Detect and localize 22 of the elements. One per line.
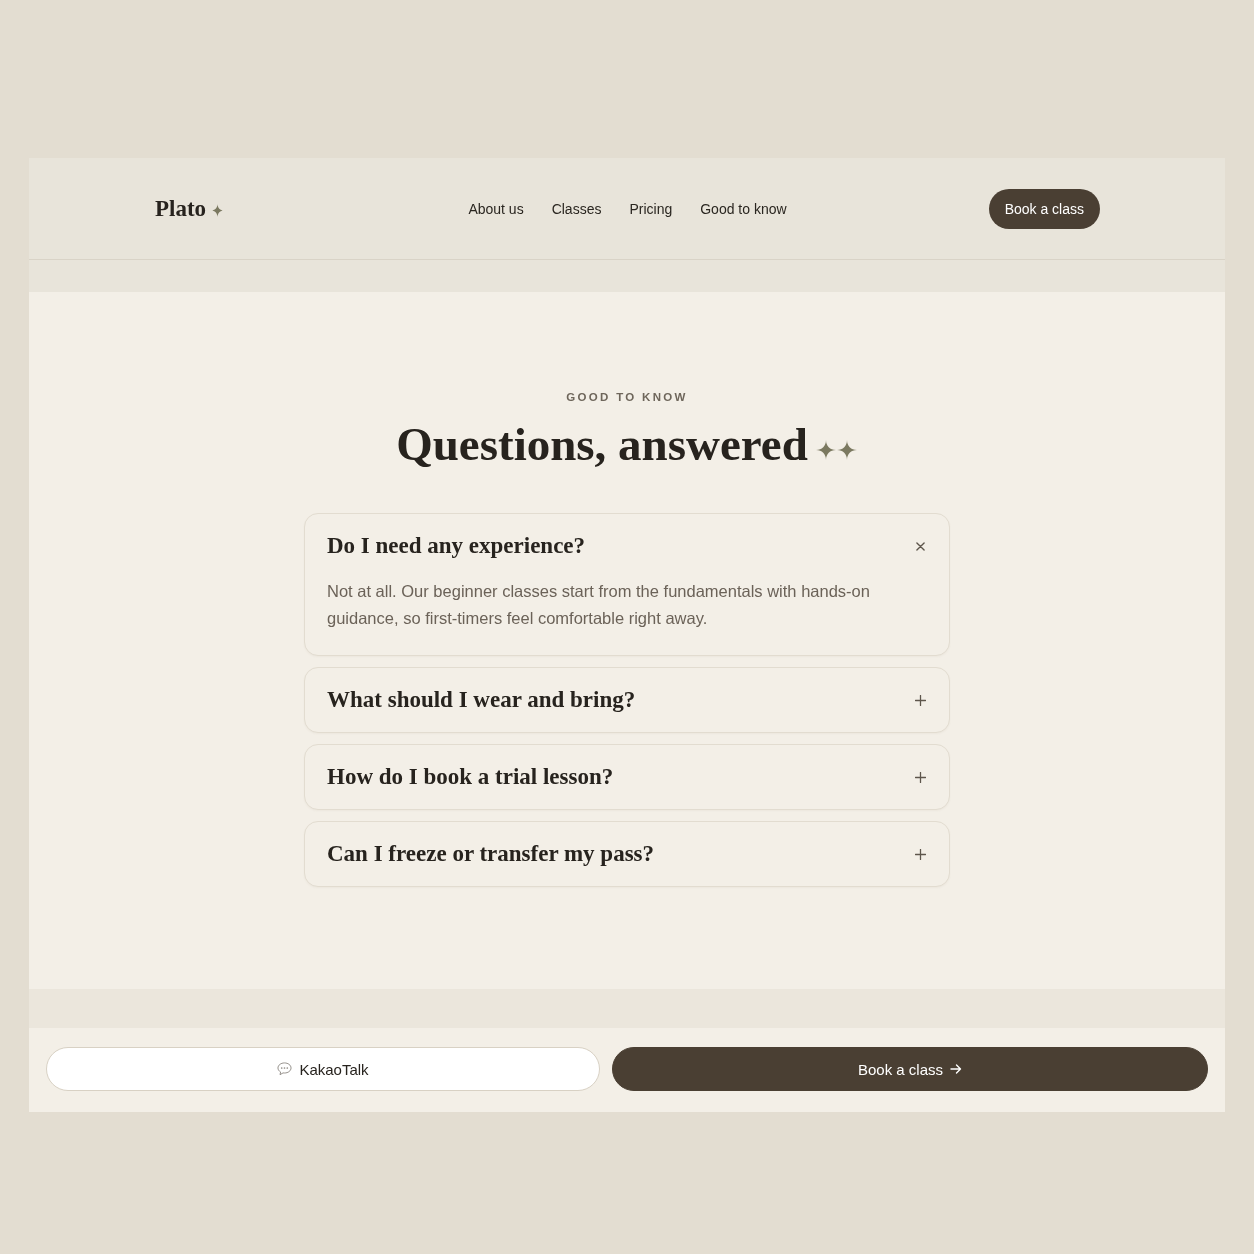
plus-icon[interactable]: [915, 694, 926, 706]
faq-answer: Not at all. Our beginner classes start from the fundamentals with hands-on guidance, so first-timers feel comfortable right away.: [326, 581, 871, 629]
close-icon[interactable]: [916, 541, 925, 551]
faq-question[interactable]: Do I need any experience?: [305, 514, 949, 578]
faq-question[interactable]: How do I book a trial lesson?: [305, 745, 949, 809]
book-class-button[interactable]: Book a class: [988, 188, 1100, 229]
nav-link[interactable]: Classes: [551, 200, 602, 217]
book-class-button[interactable]: Book a class: [612, 1047, 1208, 1091]
faq-question[interactable]: What should I wear and bring?: [305, 668, 949, 732]
nav-link[interactable]: About us: [468, 200, 524, 217]
eyebrow-label: GOOD TO KNOW: [566, 391, 688, 404]
chat-button[interactable]: KakaoTalk: [46, 1047, 600, 1091]
plus-icon[interactable]: [915, 771, 926, 783]
section-heading: Questions, answered: [396, 418, 808, 470]
speech-bubble-icon: [277, 1062, 293, 1076]
arrow-right-icon: [950, 1063, 962, 1075]
logo-text[interactable]: Plato: [155, 197, 207, 220]
sparkle-icon: [211, 203, 225, 217]
plus-icon[interactable]: [915, 848, 926, 860]
faq-question[interactable]: Can I freeze or transfer my pass?: [305, 822, 949, 886]
nav-link[interactable]: Good to know: [700, 200, 787, 217]
nav-link[interactable]: Pricing: [629, 200, 673, 217]
